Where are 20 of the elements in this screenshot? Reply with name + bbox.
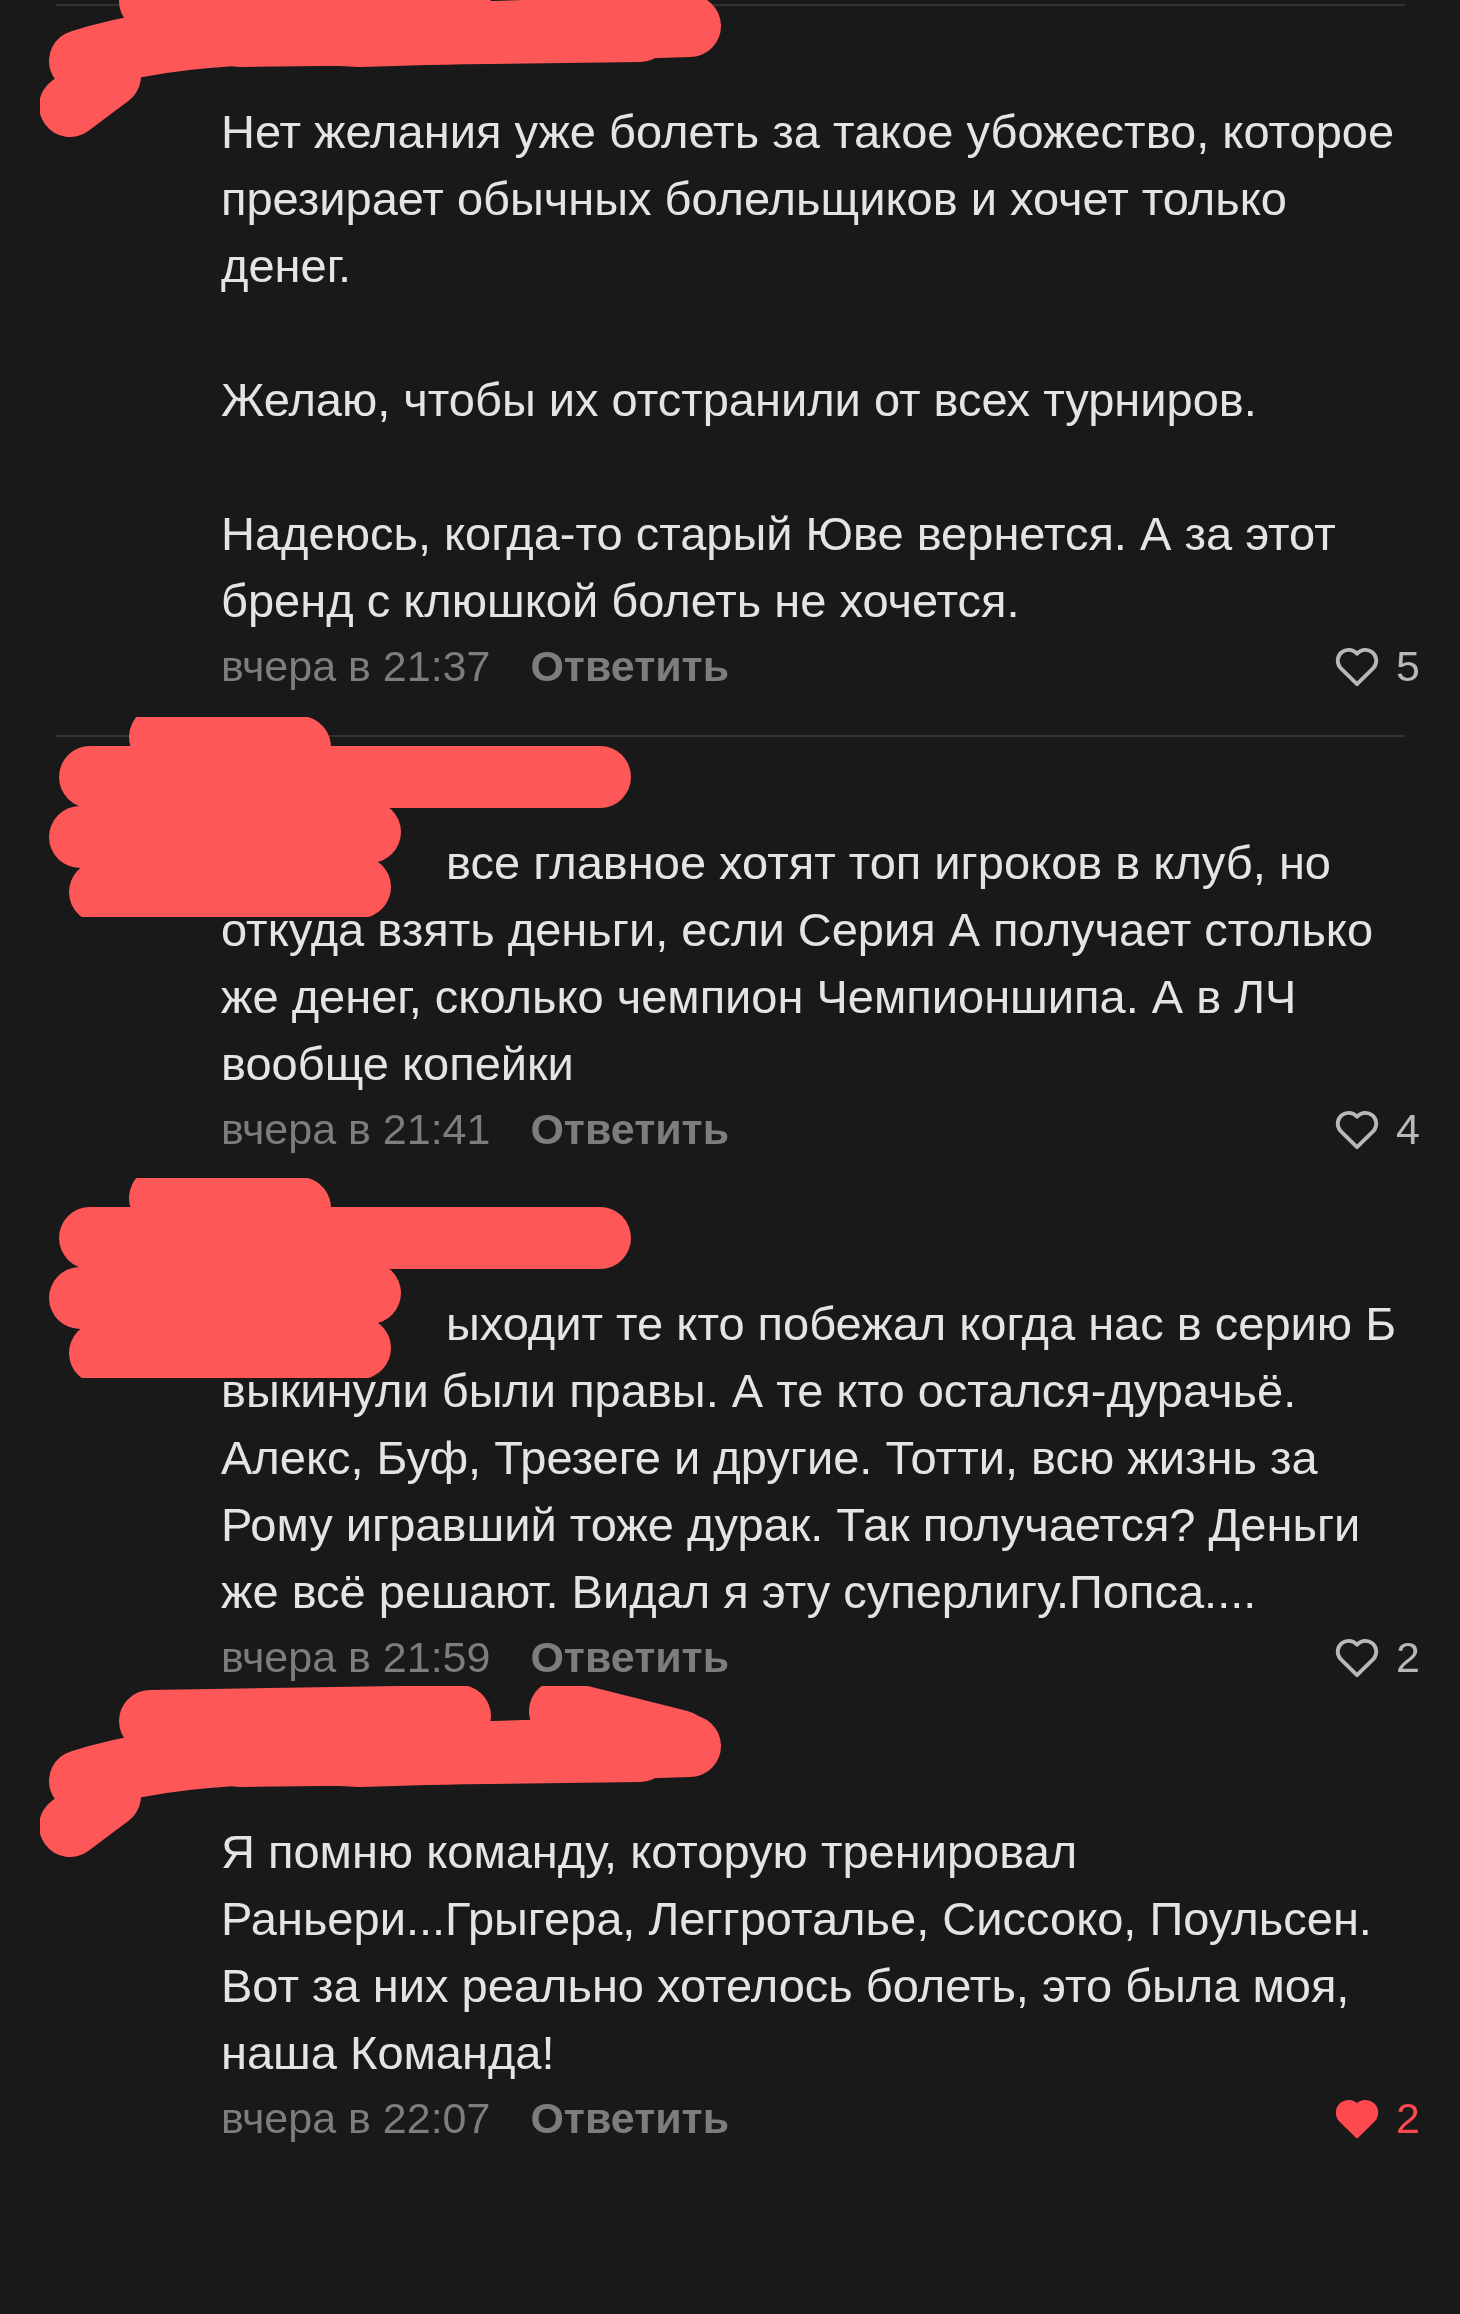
heart-icon [1334, 1636, 1381, 1678]
comment-time: вчера в 22:07 [221, 2093, 491, 2143]
reply-link[interactable]: Ответить [530, 1632, 730, 1682]
comment-time: вчера в 21:37 [221, 641, 491, 691]
reply-link[interactable]: Ответить [530, 1104, 730, 1154]
comment-text: все главное хотят топ игроков в клуб, но откуда взять деньги, если Серия А получает столько же денег, сколько чемпион Чемпионшипа. А в ЛЧ вообще копейки [221, 835, 1375, 1092]
like-button[interactable]: 2 [1334, 2093, 1420, 2143]
comment-text: ыходит те кто побежал когда нас в серию Б выкинули были правы. А те кто остался-дурачьё. Алекс, Буф, Трезеге и другие. Тотти, всю жизнь за Рому игравший тоже дурак. Так получается? Деньги же всё решают. Видал я эту суперлигу.Попса.... [221, 1296, 1397, 1620]
heart-icon [1334, 2097, 1381, 2139]
heart-icon [1334, 645, 1381, 687]
like-button[interactable]: 2 [1334, 1632, 1420, 1682]
comment-text: Я помню команду, которую тренировал Раньери...Грыгера, Леггроталье, Сиссоко, Поульсен. Вот за них реально хотелось болеть, это была моя, наша Команда! [221, 1824, 1373, 2081]
reply-link[interactable]: Ответить [530, 2093, 730, 2143]
heart-icon [1334, 1108, 1381, 1150]
comment-time: вчера в 21:59 [221, 1632, 491, 1682]
like-button[interactable]: 5 [1334, 641, 1420, 691]
comment-text: Нет желания уже болеть за такое убожество, которое презирает обычных болельщиков и хочет только денег. Желаю, чтобы их отстранили от всех турниров. Надеюсь, когда-то старый Юве вернется. А за этот бренд с клюшкой болеть не хочется. [221, 104, 1396, 629]
like-button[interactable]: 4 [1334, 1104, 1420, 1154]
comment-time: вчера в 21:41 [221, 1104, 491, 1154]
reply-link[interactable]: Ответить [530, 641, 730, 691]
